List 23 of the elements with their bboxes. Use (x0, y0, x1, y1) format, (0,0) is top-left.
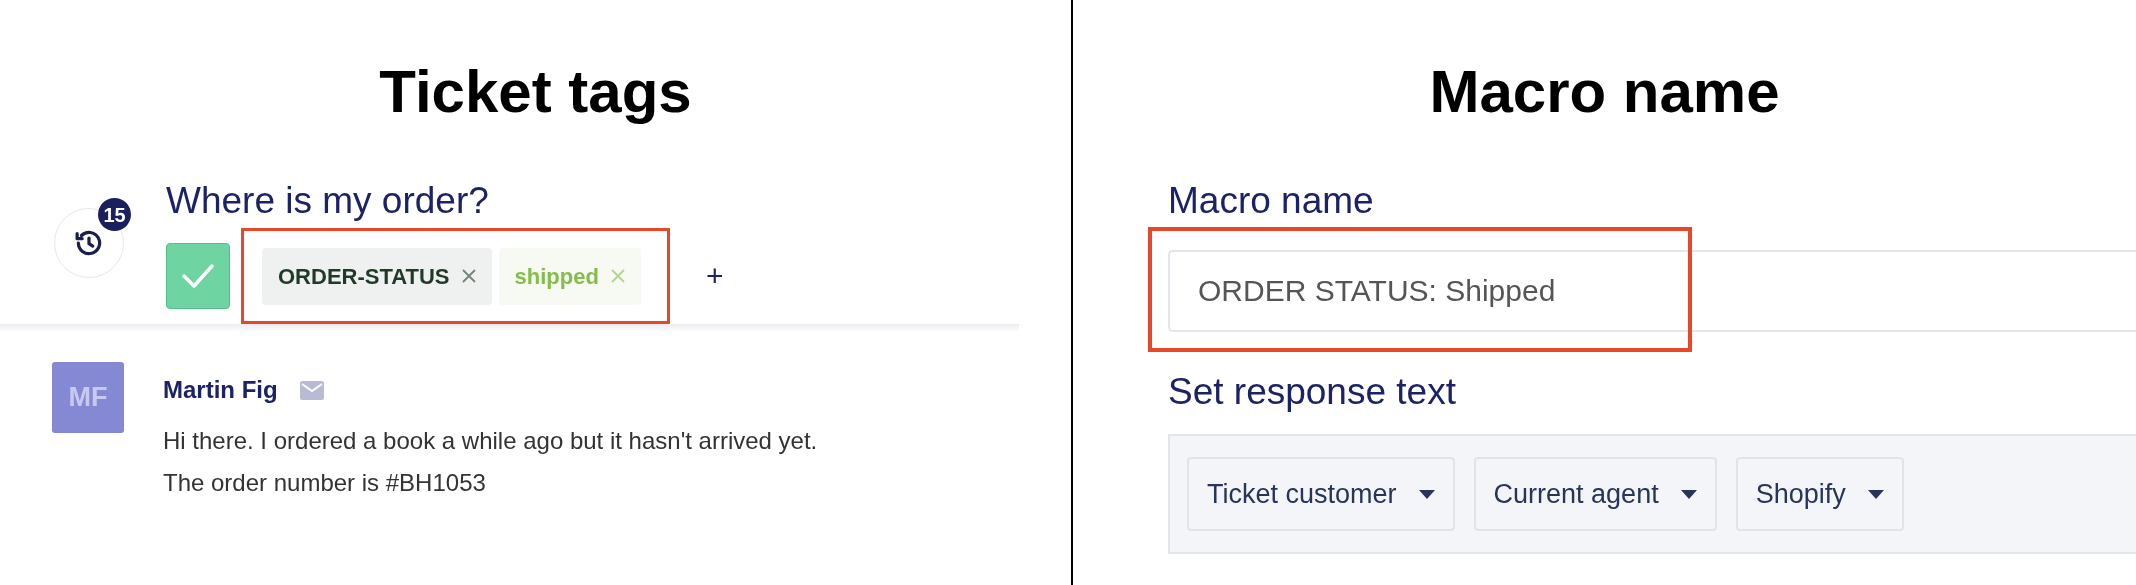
check-icon (181, 263, 215, 289)
caret-icon (1680, 489, 1697, 499)
field-label: Macro name (1168, 179, 1374, 223)
macro-name-field[interactable]: ORDER STATUS: Shipped (1168, 250, 2136, 332)
panel-heading: Macro name (1428, 62, 1781, 122)
close-icon[interactable] (461, 269, 476, 283)
mail-icon (299, 380, 324, 400)
dropdown-button[interactable]: Shopify (1735, 457, 1904, 531)
history-icon (74, 228, 104, 258)
panel-heading: Ticket tags (378, 62, 693, 122)
dropdown-button[interactable]: Ticket customer (1187, 457, 1455, 531)
add-tag-button[interactable]: + (706, 261, 724, 291)
caret-icon (1418, 489, 1435, 499)
resolve-button[interactable] (166, 243, 230, 309)
ticket-title: Where is my order? (166, 179, 490, 223)
section-label: Set response text (1168, 370, 1456, 414)
sender-name: Martin Fig (163, 376, 278, 404)
message-text: Hi there. I ordered a book a while ago but it hasn't arrived yet. The order number is #BH1053 (163, 426, 819, 498)
count-badge: 15 (98, 198, 131, 231)
caret-icon (1867, 489, 1884, 499)
dropdown-button[interactable]: Current agent (1473, 457, 1717, 531)
avatar: MF (52, 362, 124, 433)
tag-chip[interactable]: ORDER-STATUS (262, 247, 492, 305)
